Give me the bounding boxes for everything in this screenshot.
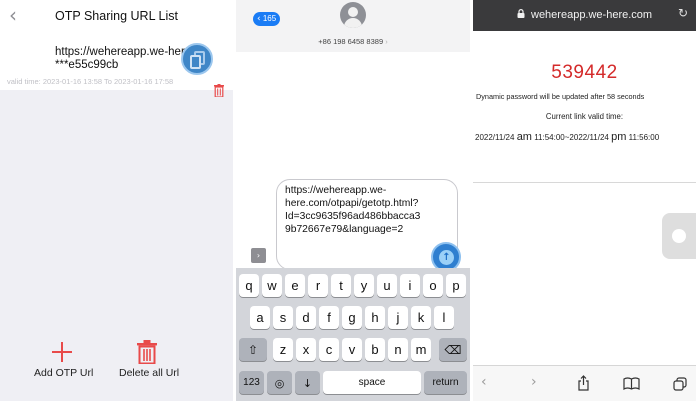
otp-list-screen: ‹ OTP Sharing URL List https://wehereapp… — [0, 0, 233, 401]
key[interactable]: u — [377, 274, 397, 297]
key[interactable]: h — [365, 306, 385, 329]
apps-icon[interactable]: › — [251, 248, 266, 263]
key[interactable]: q — [239, 274, 259, 297]
unread-count: 165 — [262, 14, 277, 23]
forward-icon[interactable]: › — [531, 374, 537, 390]
key[interactable]: m — [411, 338, 431, 361]
backspace-icon: ⌫ — [444, 343, 462, 357]
key[interactable]: y — [354, 274, 374, 297]
bookmarks-icon[interactable] — [623, 377, 640, 390]
circle-icon — [672, 229, 686, 243]
shift-key[interactable]: ⇧ — [239, 338, 267, 361]
range-end-ampm: pm — [611, 131, 627, 143]
key[interactable]: j — [388, 306, 408, 329]
phone-number: +86 198 6458 8389 — [318, 37, 384, 46]
key[interactable]: c — [319, 338, 339, 361]
key[interactable]: i — [400, 274, 420, 297]
shift-icon: ⇧ — [247, 343, 259, 357]
add-otp-url-button[interactable]: Add OTP Url — [34, 367, 93, 379]
trash-icon[interactable] — [137, 340, 157, 364]
messages-screen: ‹ 165 +86 198 6458 8389 › › https://wehe… — [236, 0, 470, 401]
key[interactable]: p — [446, 274, 466, 297]
message-line: https://wehereapp.we- — [285, 185, 387, 196]
key[interactable]: g — [342, 306, 362, 329]
message-line: Id=3cc9635f96ad486bbacca3 — [285, 211, 421, 222]
key[interactable]: b — [365, 338, 385, 361]
key[interactable]: r — [308, 274, 328, 297]
valid-time-text: valid time: 2023-01-16 13:58 To 2023-01-… — [7, 77, 174, 86]
copy-button[interactable] — [181, 43, 213, 75]
person-icon — [348, 7, 358, 17]
chevron-right-icon: › — [385, 37, 388, 46]
avatar[interactable] — [340, 2, 366, 28]
update-notice: Dynamic password will be updated after 5… — [476, 92, 645, 101]
url-domain: wehereapp.we-here.com — [531, 9, 653, 21]
message-text: https://wehereapp.we- here.com/otpapi/ge… — [285, 184, 420, 236]
globe-key[interactable]: ◎ — [267, 371, 292, 394]
contact-number[interactable]: +86 198 6458 8389 › — [236, 37, 470, 46]
valid-time-range: 2022/11/24 am 11:54:00~2022/11/24 pm 11:… — [475, 131, 659, 143]
copy-icon-front — [190, 55, 201, 69]
divider — [473, 182, 696, 183]
otp-code: 539442 — [551, 62, 618, 83]
key[interactable]: s — [273, 306, 293, 329]
key[interactable]: z — [273, 338, 293, 361]
microphone-icon: ↓ — [302, 377, 313, 390]
otp-url-text: https://wehereapp.we-her — [55, 46, 185, 58]
assistive-touch-button[interactable] — [662, 213, 696, 259]
range-end-time: 11:56:00 — [628, 133, 660, 142]
key[interactable]: t — [331, 274, 351, 297]
key[interactable]: e — [285, 274, 305, 297]
person-icon-body — [344, 18, 362, 28]
browser-toolbar: ‹ › — [473, 365, 696, 401]
range-start-time: 11:54:00~2022/11/24 — [534, 133, 609, 142]
message-line: here.com/otpapi/getotp.html? — [285, 198, 419, 209]
arrow-up-icon: ↑ — [439, 250, 454, 265]
browser-screen: wehereapp.we-here.com ↻ 539442 Dynamic p… — [473, 0, 696, 401]
reload-icon[interactable]: ↻ — [678, 6, 688, 20]
back-button[interactable]: ‹ 165 — [253, 12, 281, 26]
lock-icon — [517, 9, 525, 18]
nav-bar: ‹ OTP Sharing URL List — [0, 0, 233, 33]
otp-url-suffix: ***e55c99cb — [55, 59, 119, 71]
globe-icon: ◎ — [274, 377, 285, 390]
share-icon[interactable] — [577, 375, 590, 391]
microphone-key[interactable]: ↓ — [295, 371, 320, 394]
space-key[interactable]: space — [323, 371, 421, 394]
key[interactable]: k — [411, 306, 431, 329]
key[interactable]: o — [423, 274, 443, 297]
message-line: 9b72667e79&language=2 — [285, 224, 404, 235]
range-start-ampm: am — [516, 131, 532, 143]
key[interactable]: f — [319, 306, 339, 329]
delete-all-url-button[interactable]: Delete all Url — [119, 367, 179, 379]
range-start-date: 2022/11/24 — [475, 133, 515, 142]
key[interactable]: d — [296, 306, 316, 329]
key[interactable]: x — [296, 338, 316, 361]
key[interactable]: l — [434, 306, 454, 329]
valid-time-label: Current link valid time: — [545, 112, 624, 121]
tabs-icon[interactable] — [673, 377, 687, 391]
return-key[interactable]: return — [424, 371, 467, 394]
chevron-left-icon: ‹ — [257, 14, 261, 24]
page-title: OTP Sharing URL List — [55, 9, 178, 23]
address-bar[interactable]: wehereapp.we-here.com ↻ — [473, 0, 696, 31]
numbers-key[interactable]: 123 — [239, 371, 264, 394]
keyboard: q w e r t y u i o p a s d f g h j k l ⇧ … — [236, 268, 470, 401]
key[interactable]: a — [250, 306, 270, 329]
trash-icon[interactable] — [214, 84, 224, 97]
plus-icon[interactable] — [52, 342, 72, 362]
backspace-key[interactable]: ⌫ — [439, 338, 467, 361]
key[interactable]: w — [262, 274, 282, 297]
conversation-header: ‹ 165 +86 198 6458 8389 › — [236, 0, 470, 52]
key[interactable]: v — [342, 338, 362, 361]
back-icon[interactable]: ‹ — [481, 374, 487, 390]
key[interactable]: n — [388, 338, 408, 361]
bottom-actions: Add OTP Url Delete all Url — [0, 330, 233, 401]
